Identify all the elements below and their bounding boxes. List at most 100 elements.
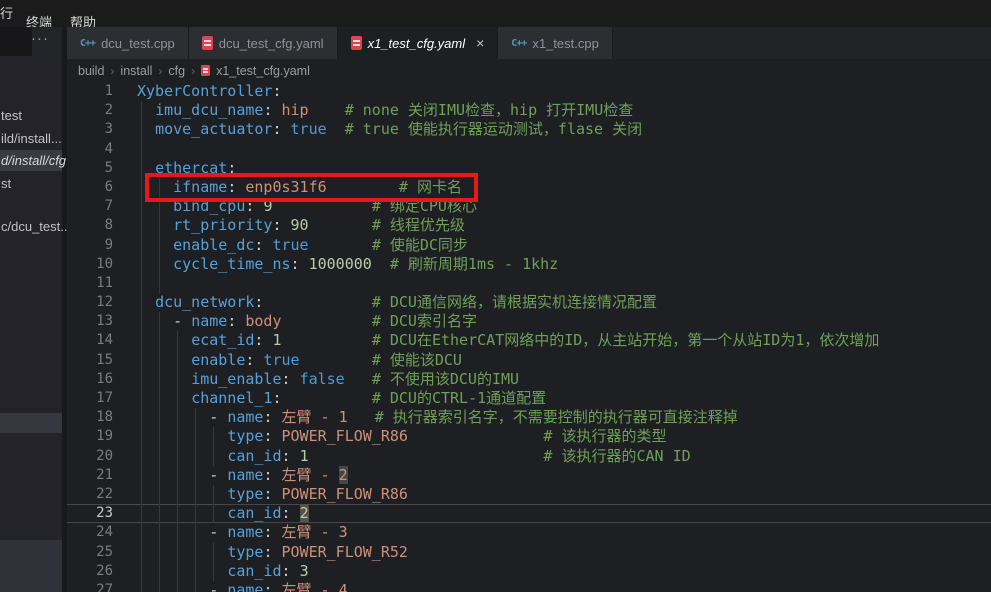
yaml-file-icon xyxy=(351,36,362,50)
menu-item-run[interactable]: 运行 xyxy=(0,0,17,27)
code-line[interactable]: 10 cycle_time_ns: 1000000 # 刷新周期1ms - 1k… xyxy=(67,255,991,274)
line-number: 8 xyxy=(67,216,113,235)
line-number: 18 xyxy=(67,408,113,427)
tab-x1-test-cpp[interactable]: C++ x1_test.cpp xyxy=(498,27,613,59)
code-text: - name: 左臂 - 2 xyxy=(137,466,348,485)
code-line[interactable]: 25 type: POWER_FLOW_R52 xyxy=(67,543,991,562)
code-line[interactable]: 20 can_id: 1 # 该执行器的CAN ID xyxy=(67,447,991,466)
tab-dcu-test-cpp[interactable]: C++ dcu_test.cpp xyxy=(67,27,189,59)
close-icon[interactable]: × xyxy=(476,35,484,51)
code-text: enable_dc: true # 使能DC同步 xyxy=(137,236,468,255)
code-text: imu_enable: false # 不使用该DCU的IMU xyxy=(137,370,519,389)
sidebar-item-st[interactable]: st xyxy=(1,176,11,191)
code-line[interactable]: 21 - name: 左臂 - 2 xyxy=(67,466,991,485)
code-line[interactable]: 6 ifname: enp0s31f6 # 网卡名 xyxy=(67,178,991,197)
line-number: 4 xyxy=(67,140,113,159)
sidebar-item-install-cfg[interactable]: d/install/cfg xyxy=(1,153,66,168)
code-text: - name: 左臂 - 4 xyxy=(137,581,348,592)
sidebar-item-test[interactable]: test xyxy=(1,108,22,123)
code-line[interactable]: 22 type: POWER_FLOW_R86 xyxy=(67,485,991,504)
code-text: XyberController: xyxy=(137,82,282,101)
line-number: 17 xyxy=(67,389,113,408)
sidebar: ··· test ild/install... d/install/cfg st… xyxy=(0,27,67,592)
code-text: move_actuator: true # true 使能执行器运动测试，fla… xyxy=(137,120,642,139)
line-number: 7 xyxy=(67,197,113,216)
line-number: 10 xyxy=(67,255,113,274)
code-line[interactable]: 4 xyxy=(67,140,991,159)
line-number: 19 xyxy=(67,427,113,446)
code-line[interactable]: 24 - name: 左臂 - 3 xyxy=(67,523,991,542)
code-text: type: POWER_FLOW_R52 xyxy=(137,543,408,562)
line-number: 27 xyxy=(67,581,113,592)
code-line[interactable]: 7 bind_cpu: 9 # 绑定CPU核心 xyxy=(67,197,991,216)
code-line[interactable]: 13 - name: body # DCU索引名字 xyxy=(67,312,991,331)
line-number: 24 xyxy=(67,523,113,542)
code-text: channel_1: # DCU的CTRL-1通道配置 xyxy=(137,389,546,408)
code-text: dcu_network: # DCU通信网络，请根据实机连接情况配置 xyxy=(137,293,657,312)
line-number: 15 xyxy=(67,351,113,370)
line-number: 6 xyxy=(67,178,113,197)
sidebar-dark-block xyxy=(0,27,32,56)
indent-guide xyxy=(141,274,142,293)
code-line[interactable]: 26 can_id: 3 xyxy=(67,562,991,581)
code-text: ecat_id: 1 # DCU在EtherCAT网络中的ID，从主站开始，第一… xyxy=(137,331,879,350)
tab-label: x1_test.cpp xyxy=(532,36,599,51)
line-number: 16 xyxy=(67,370,113,389)
code-line[interactable]: 17 channel_1: # DCU的CTRL-1通道配置 xyxy=(67,389,991,408)
code-line[interactable]: 19 type: POWER_FLOW_R86 # 该执行器的类型 xyxy=(67,427,991,446)
code-text: imu_dcu_name: hip # none 关闭IMU检查，hip 打开I… xyxy=(137,101,633,120)
breadcrumb-file[interactable]: x1_test_cfg.yaml xyxy=(216,64,310,78)
code-line[interactable]: 14 ecat_id: 1 # DCU在EtherCAT网络中的ID，从主站开始… xyxy=(67,331,991,350)
line-number: 14 xyxy=(67,331,113,350)
sidebar-highlight-band[interactable] xyxy=(0,413,62,433)
code-area[interactable]: 1 XyberController:2 imu_dcu_name: hip # n… xyxy=(67,82,991,592)
code-line[interactable]: 3 move_actuator: true # true 使能执行器运动测试，f… xyxy=(67,120,991,139)
more-actions-icon[interactable]: ··· xyxy=(31,30,49,47)
line-number: 25 xyxy=(67,543,113,562)
code-text: cycle_time_ns: 1000000 # 刷新周期1ms - 1khz xyxy=(137,255,558,274)
line-number: 23 xyxy=(67,504,113,523)
line-number: 5 xyxy=(67,159,113,178)
code-line[interactable]: 16 imu_enable: false # 不使用该DCU的IMU xyxy=(67,370,991,389)
line-number: 9 xyxy=(67,236,113,255)
code-text: rt_priority: 90 # 线程优先级 xyxy=(137,216,465,235)
line-number: 1 xyxy=(67,82,113,101)
cpp-file-icon: C++ xyxy=(80,38,95,49)
code-line[interactable]: 15 enable: true # 使能该DCU xyxy=(67,351,991,370)
code-line[interactable]: 27 - name: 左臂 - 4 xyxy=(67,581,991,592)
code-line-current[interactable]: 23 can_id: 2 xyxy=(67,504,991,523)
code-text: type: POWER_FLOW_R86 xyxy=(137,485,408,504)
code-line[interactable]: 8 rt_priority: 90 # 线程优先级 xyxy=(67,216,991,235)
code-text: enable: true # 使能该DCU xyxy=(137,351,462,370)
line-number: 13 xyxy=(67,312,113,331)
menu-bar: 运行终端帮助 xyxy=(0,0,991,27)
code-line[interactable]: 11 xyxy=(67,274,991,293)
yaml-file-icon xyxy=(202,36,213,50)
code-text: can_id: 1 # 该执行器的CAN ID xyxy=(137,447,691,466)
breadcrumb-cfg[interactable]: cfg xyxy=(168,64,185,78)
tab-x1-test-cfg-yaml[interactable]: x1_test_cfg.yaml × xyxy=(338,27,499,59)
breadcrumb-install[interactable]: install xyxy=(120,64,152,78)
line-number: 26 xyxy=(67,562,113,581)
sidebar-item-dcu-test[interactable]: c/dcu_test... xyxy=(1,219,71,234)
code-text: type: POWER_FLOW_R86 # 该执行器的类型 xyxy=(137,427,666,446)
line-number: 20 xyxy=(67,447,113,466)
line-number: 22 xyxy=(67,485,113,504)
code-text: - name: body # DCU索引名字 xyxy=(137,312,477,331)
code-text: - name: 左臂 - 1 # 执行器索引名字，不需要控制的执行器可直接注释掉 xyxy=(137,408,738,427)
code-line[interactable]: 1 XyberController: xyxy=(67,82,991,101)
line-number: 11 xyxy=(67,274,113,293)
code-line[interactable]: 18 - name: 左臂 - 1 # 执行器索引名字，不需要控制的执行器可直接… xyxy=(67,408,991,427)
tab-dcu-test-cfg-yaml[interactable]: dcu_test_cfg.yaml xyxy=(189,27,338,59)
code-line[interactable]: 12 dcu_network: # DCU通信网络，请根据实机连接情况配置 xyxy=(67,293,991,312)
chevron-right-icon: › xyxy=(110,64,114,78)
sidebar-item-install[interactable]: ild/install... xyxy=(1,131,62,146)
code-text: ethercat: xyxy=(137,159,236,178)
breadcrumb-build[interactable]: build xyxy=(78,64,104,78)
tab-label: dcu_test.cpp xyxy=(101,36,175,51)
editor: C++ dcu_test.cpp dcu_test_cfg.yaml x1_te… xyxy=(67,27,991,592)
code-line[interactable]: 9 enable_dc: true # 使能DC同步 xyxy=(67,236,991,255)
sidebar-bottom-panel xyxy=(0,540,62,592)
code-line[interactable]: 2 imu_dcu_name: hip # none 关闭IMU检查，hip 打… xyxy=(67,101,991,120)
code-line[interactable]: 5 ethercat: xyxy=(67,159,991,178)
